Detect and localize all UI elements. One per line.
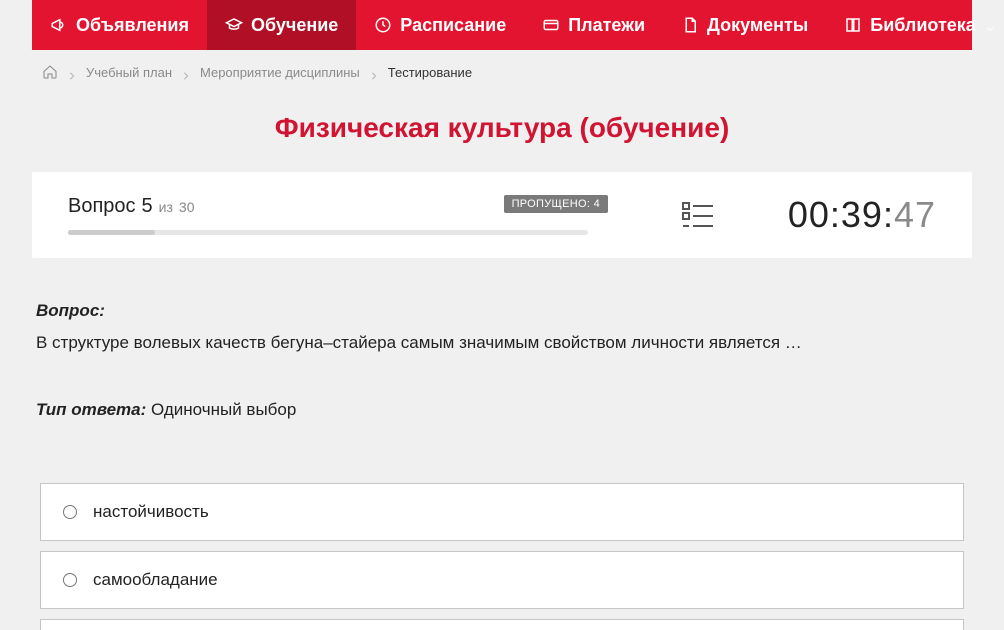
- nav-label: Обучение: [251, 15, 338, 36]
- answer-type-label: Тип ответа:: [36, 400, 146, 419]
- question-number: 5: [142, 195, 153, 218]
- question-text: В структуре волевых качеств бегуна–стайе…: [36, 330, 968, 356]
- nav-item-announcements[interactable]: Объявления: [32, 0, 207, 50]
- page-title: Физическая культура (обучение): [32, 112, 972, 144]
- answer-option[interactable]: целеустремленность: [40, 619, 964, 630]
- breadcrumb-item-event[interactable]: Мероприятие дисциплины: [200, 65, 360, 80]
- timer-seconds: 47: [894, 194, 936, 236]
- question-of-prefix: из: [159, 199, 173, 215]
- nav-item-documents[interactable]: Документы: [663, 0, 826, 50]
- skipped-badge: ПРОПУЩЕНО: 4: [504, 195, 608, 213]
- answer-radio[interactable]: [63, 505, 77, 519]
- answer-label: самообладание: [93, 570, 218, 590]
- question-progress: Вопрос 5 из 30 ПРОПУЩЕНО: 4: [68, 195, 608, 235]
- nav-label: Платежи: [568, 15, 645, 36]
- chevron-right-icon: [370, 68, 378, 76]
- answer-radio[interactable]: [63, 573, 77, 587]
- chevron-right-icon: [68, 68, 76, 76]
- nav-label: Расписание: [400, 15, 506, 36]
- answer-option[interactable]: настойчивость: [40, 483, 964, 541]
- card-icon: [542, 16, 560, 34]
- answer-option[interactable]: самообладание: [40, 551, 964, 609]
- page-container: Объявления Обучение Расписание Платежи Д…: [32, 0, 972, 630]
- nav-item-library[interactable]: Библиотека: [826, 0, 1004, 50]
- timer-main: 00:39:: [788, 194, 894, 236]
- question-label: Вопрос:: [36, 298, 968, 324]
- nav-item-schedule[interactable]: Расписание: [356, 0, 524, 50]
- chevron-right-icon: [182, 68, 190, 76]
- question-total: 30: [179, 199, 195, 215]
- doc-icon: [681, 16, 699, 34]
- nav-item-learning[interactable]: Обучение: [207, 0, 356, 50]
- answer-type-value: Одиночный выбор: [151, 400, 296, 419]
- status-bar: Вопрос 5 из 30 ПРОПУЩЕНО: 4: [32, 172, 972, 258]
- breadcrumb-item-plan[interactable]: Учебный план: [86, 65, 172, 80]
- status-mid: [608, 201, 788, 229]
- main-nav: Объявления Обучение Расписание Платежи Д…: [32, 0, 972, 50]
- nav-label: Объявления: [76, 15, 189, 36]
- book-icon: [844, 16, 862, 34]
- clock-icon: [374, 16, 392, 34]
- question-list-icon[interactable]: [682, 201, 714, 229]
- progress-bar: [68, 230, 588, 235]
- question-body: Вопрос: В структуре волевых качеств бегу…: [32, 258, 972, 423]
- nav-label: Документы: [707, 15, 808, 36]
- nav-item-payments[interactable]: Платежи: [524, 0, 663, 50]
- grad-cap-icon: [225, 16, 243, 34]
- breadcrumb-item-testing: Тестирование: [388, 65, 472, 80]
- breadcrumb: Учебный план Мероприятие дисциплины Тест…: [32, 50, 972, 90]
- megaphone-icon: [50, 16, 68, 34]
- nav-label: Библиотека: [870, 15, 976, 36]
- viewport[interactable]: Объявления Обучение Расписание Платежи Д…: [0, 0, 1004, 630]
- chevron-down-icon: [984, 19, 996, 31]
- home-icon[interactable]: [42, 64, 58, 80]
- answer-label: настойчивость: [93, 502, 209, 522]
- progress-fill: [68, 230, 155, 235]
- timer: 00:39:47: [788, 194, 936, 236]
- question-prefix: Вопрос: [68, 195, 136, 218]
- answers-list: настойчивость самообладание целеустремле…: [32, 483, 972, 630]
